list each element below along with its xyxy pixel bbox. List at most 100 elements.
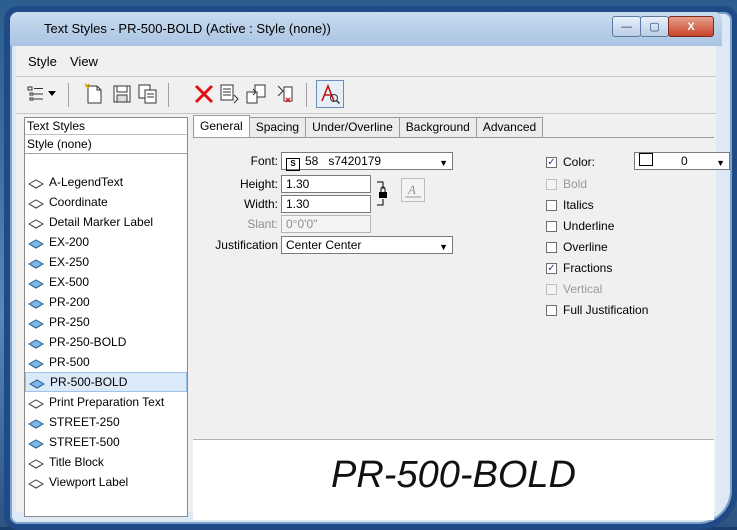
italics-checkbox[interactable]: Italics [546, 198, 594, 212]
bold-checkbox[interactable]: Bold [546, 177, 587, 191]
height-label: Height: [239, 177, 278, 191]
justification-label: Justification [215, 238, 278, 252]
font-label: Font: [250, 154, 278, 168]
dropdown-arrow-icon[interactable] [46, 82, 58, 106]
general-tab-panel: Font: S 58 s7420179 ▼ Height: 1.30 Width:… [193, 137, 730, 435]
style-list-item[interactable]: STREET-500 [25, 432, 187, 452]
fractions-checkbox[interactable]: ✓ Fractions [546, 261, 612, 275]
menu-style[interactable]: Style [28, 54, 57, 69]
style-list-item-label: PR-250 [49, 315, 90, 329]
slant-field[interactable]: 0°0'0" [281, 215, 371, 233]
style-list-item[interactable]: PR-500 [25, 352, 187, 372]
style-list-item[interactable]: PR-500-BOLD [25, 372, 187, 392]
file-style-icon [27, 216, 45, 229]
checkbox-box [546, 304, 557, 316]
checkbox-label: Fractions [563, 261, 613, 275]
delete-icon[interactable] [192, 82, 216, 106]
checkbox-label: Overline [563, 240, 608, 254]
preview-text: PR-500-BOLD [331, 454, 576, 496]
full-justification-checkbox[interactable]: Full Justification [546, 303, 648, 317]
toolbar-separator [68, 83, 69, 107]
checkbox-label: Italics [563, 198, 594, 212]
rename-icon[interactable] [218, 82, 242, 106]
menu-view[interactable]: View [70, 54, 98, 69]
style-list-item-label: Title Block [49, 455, 104, 469]
style-list-item[interactable]: Detail Marker Label [25, 212, 187, 232]
style-list-item-label: EX-250 [49, 255, 90, 269]
style-list-item[interactable]: STREET-250 [25, 412, 187, 432]
toolbar-separator [168, 83, 169, 107]
font-preview-icon[interactable] [316, 80, 344, 108]
style-list-item-label: PR-500-BOLD [50, 375, 128, 389]
tab-background[interactable]: Background [398, 117, 477, 137]
style-list-item-label: STREET-250 [49, 415, 120, 429]
checkbox-label: Underline [563, 219, 615, 233]
font-select[interactable]: S 58 s7420179 ▼ [281, 152, 453, 171]
color-select[interactable]: 0 ▼ [634, 152, 730, 170]
font-name: s7420179 [328, 154, 382, 168]
save-as-icon[interactable] [136, 82, 160, 106]
justification-value: Center Center [286, 238, 362, 252]
justification-select[interactable]: Center Center ▼ [281, 236, 453, 254]
checkbox-box [546, 199, 557, 211]
style-list: A-LegendText Coordinate Detail Marker Labe… [25, 172, 187, 492]
checkbox-box [546, 220, 557, 232]
color-swatch-icon [639, 153, 653, 166]
color-checkbox[interactable]: ✓ Color: [546, 155, 595, 169]
window-client: Style View Text Styles Style (none) A-Le… [16, 46, 730, 520]
style-list-item[interactable]: EX-200 [25, 232, 187, 252]
tab-advanced[interactable]: Advanced [475, 117, 544, 137]
style-list-item[interactable]: PR-250-BOLD [25, 332, 187, 352]
save-style-icon[interactable] [110, 82, 134, 106]
style-list-item-label: Detail Marker Label [49, 215, 154, 229]
style-list-item[interactable]: Coordinate [25, 192, 187, 212]
style-list-item[interactable]: PR-200 [25, 292, 187, 312]
style-list-item[interactable]: Viewport Label [25, 472, 187, 492]
menu-bar: Style View [16, 46, 716, 77]
tab-general[interactable]: General [193, 115, 250, 137]
library-style-icon [27, 436, 45, 449]
checkbox-box [546, 241, 557, 253]
style-list-item[interactable]: A-LegendText [25, 172, 187, 192]
library-style-icon [27, 356, 45, 369]
title-bar[interactable]: Text Styles - PR-500-BOLD (Active : Styl… [10, 12, 722, 46]
style-list-item[interactable]: Title Block [25, 452, 187, 472]
file-style-icon [27, 476, 45, 489]
style-list-item-label: PR-250-BOLD [49, 335, 127, 349]
chevron-down-icon: ▼ [439, 158, 448, 168]
tab-under-overline[interactable]: Under/Overline [305, 117, 400, 137]
library-style-icon [27, 276, 45, 289]
style-list-item[interactable]: PR-250 [25, 312, 187, 332]
close-button[interactable]: X [668, 16, 714, 37]
underline-checkbox[interactable]: Underline [546, 219, 614, 233]
style-list-item-label: Coordinate [49, 195, 108, 209]
maximize-button[interactable]: ▢ [640, 16, 669, 37]
import-icon[interactable] [244, 82, 268, 106]
library-style-icon [28, 376, 46, 389]
list-view-icon[interactable] [24, 82, 48, 106]
overline-checkbox[interactable]: Overline [546, 240, 608, 254]
style-list-item-label: PR-500 [49, 355, 90, 369]
height-field[interactable]: 1.30 [281, 175, 371, 193]
minimize-button[interactable]: — [612, 16, 641, 37]
width-field[interactable]: 1.30 [281, 195, 371, 213]
text-styles-header: Text Styles [25, 118, 187, 135]
style-list-item-label: Print Preparation Text [49, 395, 165, 409]
width-label: Width: [243, 197, 278, 211]
tab-spacing[interactable]: Spacing [248, 117, 307, 137]
style-list-item-label: STREET-500 [49, 435, 120, 449]
checkbox-label: Vertical [563, 282, 603, 296]
style-list-item[interactable]: EX-250 [25, 252, 187, 272]
reset-icon[interactable] [272, 82, 296, 106]
library-style-icon [27, 236, 45, 249]
settings-area: General Spacing Under/Overline Background Ad… [193, 115, 730, 437]
text-size-pick-icon[interactable]: A [401, 178, 425, 202]
current-style-item[interactable]: Style (none) [25, 135, 187, 154]
chevron-down-icon: ▼ [439, 242, 448, 252]
style-list-item[interactable]: Print Preparation Text [25, 392, 187, 412]
vertical-checkbox[interactable]: Vertical [546, 282, 602, 296]
lock-icon[interactable] [376, 179, 390, 212]
style-list-item[interactable]: EX-500 [25, 272, 187, 292]
checkbox-box [546, 178, 557, 190]
new-style-icon[interactable] [82, 82, 106, 106]
